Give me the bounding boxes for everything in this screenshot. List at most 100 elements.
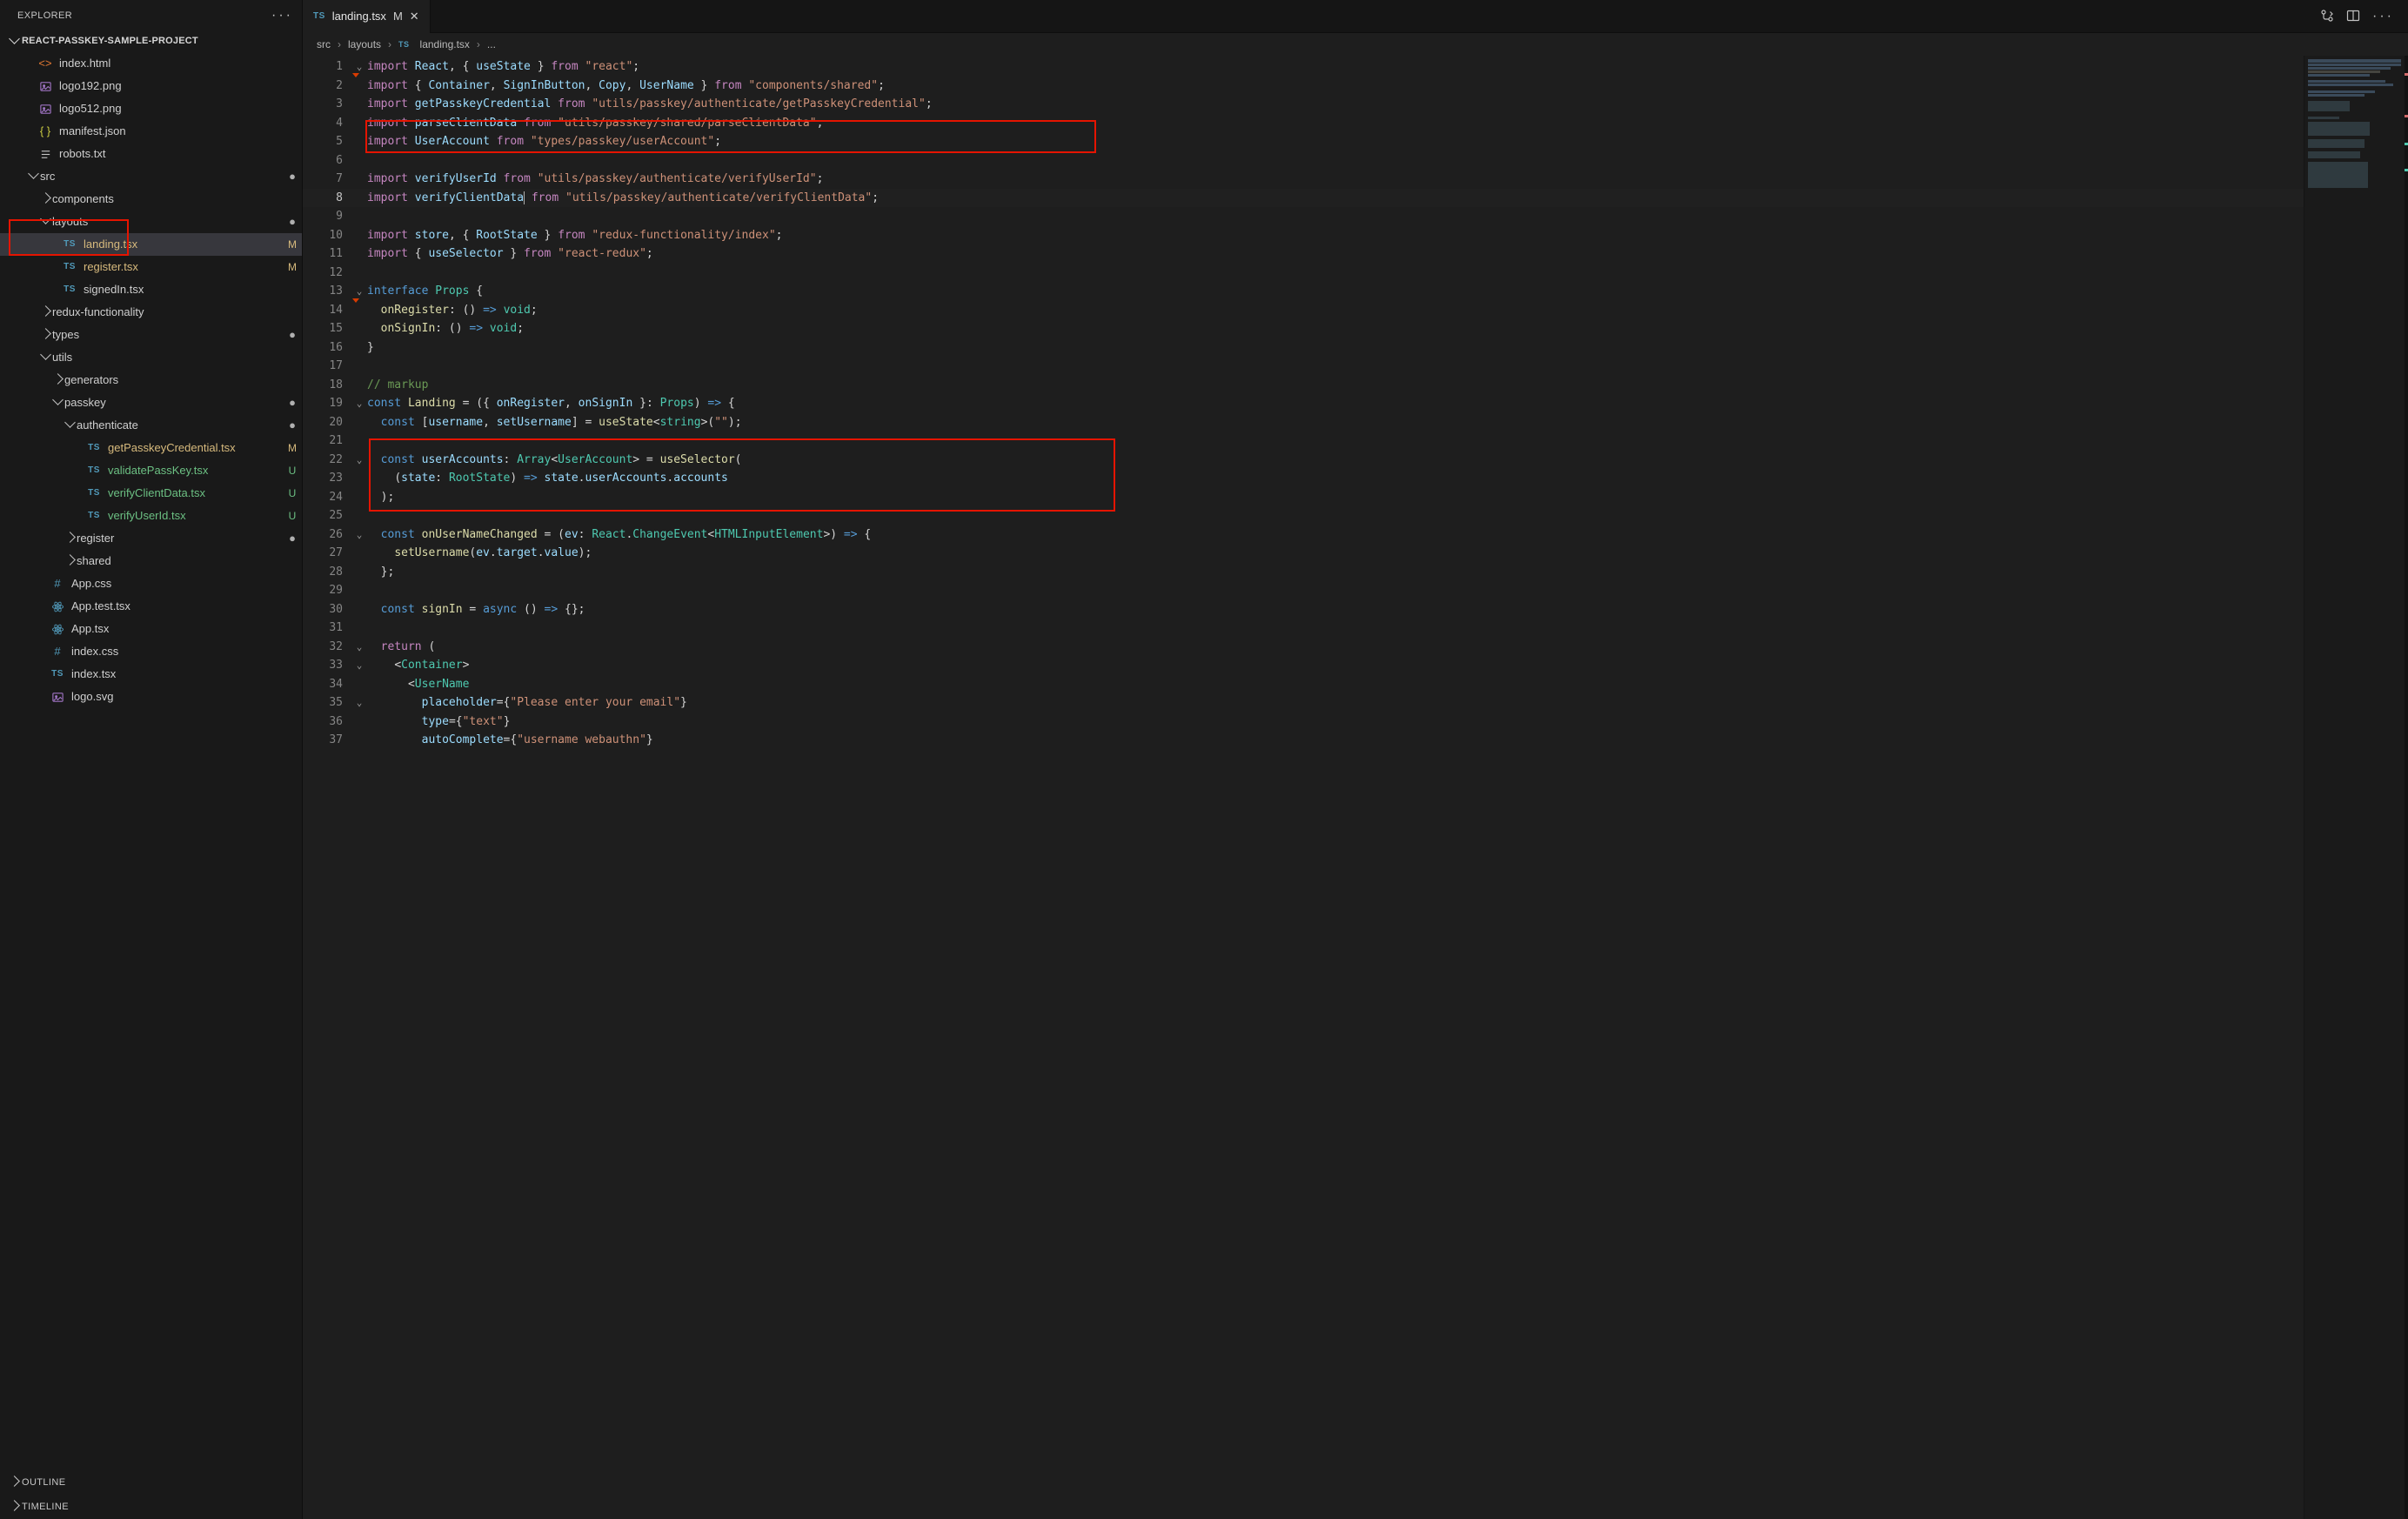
- code-line-35[interactable]: 35⌄ placeholder={"Please enter your emai…: [303, 693, 2304, 713]
- fold-icon[interactable]: ⌄: [351, 525, 367, 545]
- file-logo512.png[interactable]: logo512.png: [0, 97, 302, 120]
- file-label: App.css: [71, 572, 283, 595]
- code-line-2[interactable]: 2import { Container, SignInButton, Copy,…: [303, 77, 2304, 96]
- code-editor[interactable]: 1⌄import React, { useState } from "react…: [303, 56, 2304, 1519]
- folder-components[interactable]: components: [0, 188, 302, 211]
- crumb-ellipsis[interactable]: ...: [487, 38, 496, 50]
- code-line-27[interactable]: 27 setUsername(ev.target.value);: [303, 544, 2304, 563]
- folder-src[interactable]: src●: [0, 165, 302, 188]
- code-line-29[interactable]: 29: [303, 581, 2304, 600]
- chevron-down-icon: [40, 346, 50, 369]
- crumb-file[interactable]: landing.tsx: [420, 38, 470, 50]
- code-line-34[interactable]: 34 <UserName: [303, 675, 2304, 694]
- fold-icon[interactable]: ⌄: [351, 451, 367, 470]
- fold-icon[interactable]: ⌄: [351, 394, 367, 413]
- code-line-17[interactable]: 17: [303, 357, 2304, 376]
- file-signedIn.tsx[interactable]: TSsignedIn.tsx: [0, 278, 302, 301]
- code-line-10[interactable]: 10import store, { RootState } from "redu…: [303, 226, 2304, 245]
- file-robots.txt[interactable]: robots.txt: [0, 143, 302, 165]
- code-line-23[interactable]: 23 (state: RootState) => state.userAccou…: [303, 469, 2304, 488]
- line-number: 29: [303, 581, 351, 600]
- crumb-layouts[interactable]: layouts: [348, 38, 381, 50]
- file-manifest.json[interactable]: { }manifest.json: [0, 120, 302, 143]
- code-line-21[interactable]: 21: [303, 432, 2304, 451]
- folder-utils[interactable]: utils: [0, 346, 302, 369]
- code-line-25[interactable]: 25: [303, 506, 2304, 525]
- code-line-7[interactable]: 7import verifyUserId from "utils/passkey…: [303, 170, 2304, 189]
- close-icon[interactable]: ✕: [410, 10, 419, 23]
- file-getPasskeyCredential.tsx[interactable]: TSgetPasskeyCredential.tsxM: [0, 437, 302, 459]
- code-line-36[interactable]: 36 type={"text"}: [303, 713, 2304, 732]
- code-line-1[interactable]: 1⌄import React, { useState } from "react…: [303, 57, 2304, 77]
- explorer-more-icon[interactable]: ···: [271, 8, 293, 23]
- code-string: "utils/passkey/shared/parseClientData": [558, 117, 816, 130]
- code-line-24[interactable]: 24 );: [303, 488, 2304, 507]
- code-line-15[interactable]: 15 onSignIn: () => void;: [303, 319, 2304, 338]
- tab-bar: TS landing.tsx M ✕ ···: [303, 0, 2408, 33]
- code-line-37[interactable]: 37 autoComplete={"username webauthn"}: [303, 731, 2304, 750]
- timeline-panel[interactable]: TIMELINE: [0, 1495, 302, 1519]
- chevron-right-icon: [10, 1502, 18, 1513]
- file-register.tsx[interactable]: TSregister.tsxM: [0, 256, 302, 278]
- file-verifyUserId.tsx[interactable]: TSverifyUserId.tsxU: [0, 505, 302, 527]
- code-line-28[interactable]: 28 };: [303, 563, 2304, 582]
- code-line-9[interactable]: 9: [303, 207, 2304, 226]
- code-line-26[interactable]: 26⌄ const onUserNameChanged = (ev: React…: [303, 525, 2304, 545]
- file-index.tsx[interactable]: TSindex.tsx: [0, 663, 302, 686]
- file-verifyClientData.tsx[interactable]: TSverifyClientData.tsxU: [0, 482, 302, 505]
- code-line-14[interactable]: 14 onRegister: () => void;: [303, 301, 2304, 320]
- folder-shared[interactable]: shared: [0, 550, 302, 572]
- fold-icon[interactable]: ⌄: [351, 693, 367, 713]
- file-logo.svg[interactable]: logo.svg: [0, 686, 302, 708]
- code-line-3[interactable]: 3import getPasskeyCredential from "utils…: [303, 95, 2304, 114]
- code-line-6[interactable]: 6: [303, 151, 2304, 171]
- code-line-5[interactable]: 5import UserAccount from "types/passkey/…: [303, 132, 2304, 151]
- fold-icon[interactable]: ⌄: [351, 656, 367, 675]
- code-line-20[interactable]: 20 const [username, setUsername] = useSt…: [303, 413, 2304, 432]
- folder-authenticate[interactable]: authenticate●: [0, 414, 302, 437]
- fold-icon[interactable]: ⌄: [351, 638, 367, 657]
- project-root[interactable]: REACT-PASSKEY-SAMPLE-PROJECT: [0, 31, 302, 52]
- ts-icon: TS: [63, 256, 77, 278]
- outline-panel[interactable]: OUTLINE: [0, 1470, 302, 1495]
- code-line-30[interactable]: 30 const signIn = async () => {};: [303, 600, 2304, 619]
- file-landing.tsx[interactable]: TSlanding.tsxM: [0, 233, 302, 256]
- split-editor-icon[interactable]: [2346, 9, 2360, 24]
- file-index.html[interactable]: <>index.html: [0, 52, 302, 75]
- folder-types[interactable]: types●: [0, 324, 302, 346]
- folder-redux-functionality[interactable]: redux-functionality: [0, 301, 302, 324]
- file-logo192.png[interactable]: logo192.png: [0, 75, 302, 97]
- file-App.css[interactable]: #App.css: [0, 572, 302, 595]
- compare-changes-icon[interactable]: [2320, 9, 2334, 24]
- folder-label: layouts: [52, 211, 283, 233]
- code-line-8[interactable]: 8import verifyClientData from "utils/pas…: [303, 189, 2304, 208]
- folder-passkey[interactable]: passkey●: [0, 391, 302, 414]
- folder-layouts[interactable]: layouts●: [0, 211, 302, 233]
- html-icon: <>: [38, 52, 52, 75]
- code-line-18[interactable]: 18// markup: [303, 376, 2304, 395]
- file-App.test.tsx[interactable]: App.test.tsx: [0, 595, 302, 618]
- crumb-src[interactable]: src: [317, 38, 331, 50]
- folder-register[interactable]: register●: [0, 527, 302, 550]
- code-line-12[interactable]: 12: [303, 264, 2304, 283]
- breadcrumb[interactable]: src › layouts › TS landing.tsx › ...: [303, 33, 2408, 56]
- file-App.tsx[interactable]: App.tsx: [0, 618, 302, 640]
- code-line-33[interactable]: 33⌄ <Container>: [303, 656, 2304, 675]
- folder-generators[interactable]: generators: [0, 369, 302, 391]
- more-actions-icon[interactable]: ···: [2372, 9, 2394, 24]
- code-line-16[interactable]: 16}: [303, 338, 2304, 358]
- code-line-11[interactable]: 11import { useSelector } from "react-red…: [303, 244, 2304, 264]
- minimap[interactable]: [2304, 56, 2408, 1519]
- file-validatePassKey.tsx[interactable]: TSvalidatePassKey.tsxU: [0, 459, 302, 482]
- code-line-19[interactable]: 19⌄const Landing = ({ onRegister, onSign…: [303, 394, 2304, 413]
- line-number: 14: [303, 301, 351, 320]
- code-line-22[interactable]: 22⌄ const userAccounts: Array<UserAccoun…: [303, 451, 2304, 470]
- code-line-32[interactable]: 32⌄ return (: [303, 638, 2304, 657]
- code-line-31[interactable]: 31: [303, 619, 2304, 638]
- line-number: 34: [303, 675, 351, 694]
- code-line-13[interactable]: 13⌄interface Props {: [303, 282, 2304, 301]
- line-number: 16: [303, 338, 351, 358]
- tab-landing[interactable]: TS landing.tsx M ✕: [303, 0, 431, 33]
- code-line-4[interactable]: 4import parseClientData from "utils/pass…: [303, 114, 2304, 133]
- file-index.css[interactable]: #index.css: [0, 640, 302, 663]
